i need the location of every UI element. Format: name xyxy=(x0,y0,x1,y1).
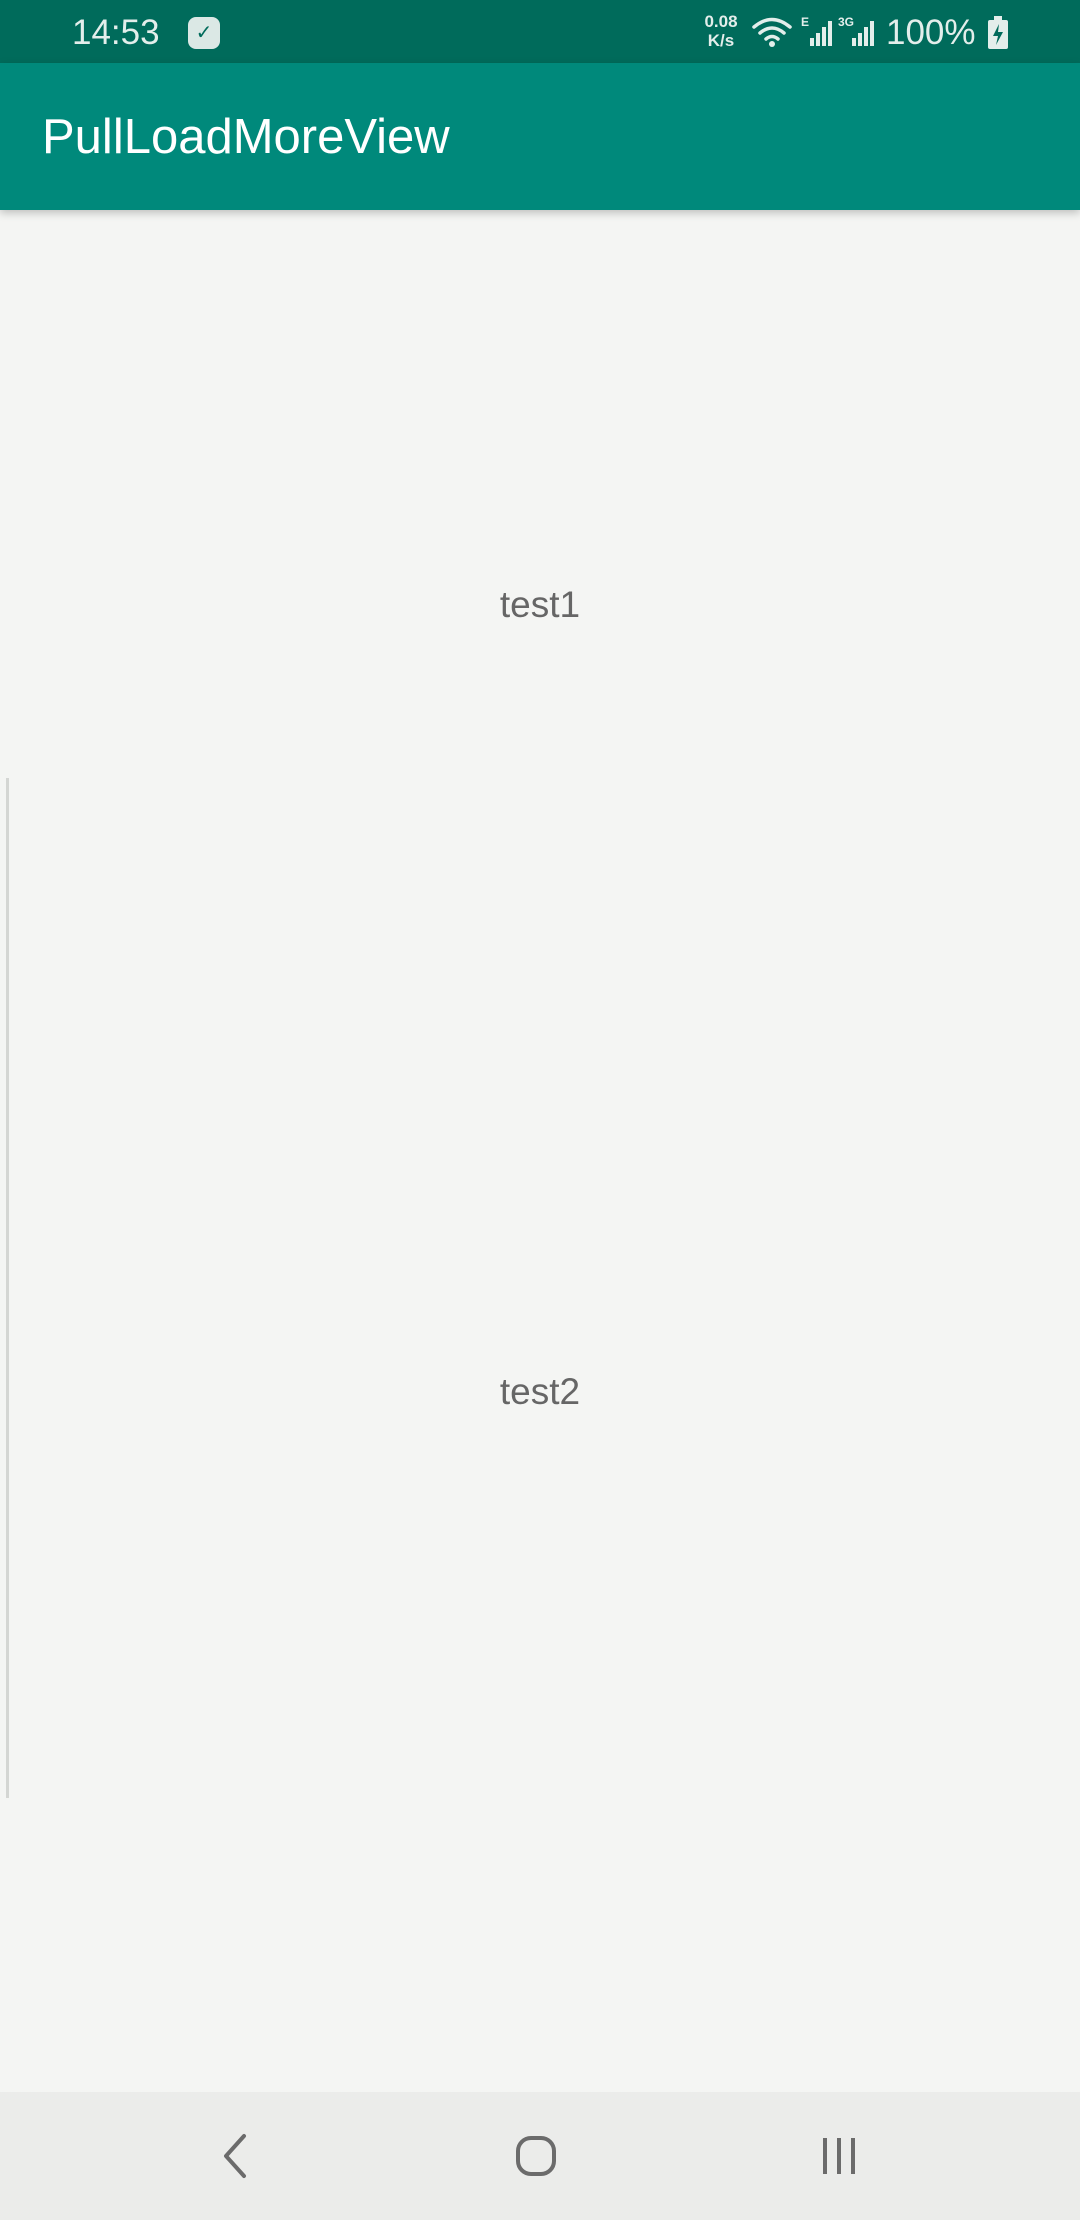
list-item[interactable]: test1 xyxy=(0,583,1080,627)
signal-icon-sim1: E xyxy=(801,15,832,46)
notification-app-icon: ✓ xyxy=(188,17,220,49)
signal-icon-sim2: 3G xyxy=(838,15,874,46)
battery-charging-icon xyxy=(988,16,1008,49)
battery-percentage: 100% xyxy=(886,13,976,52)
recents-icon[interactable] xyxy=(818,2134,860,2178)
signal-label-e: E xyxy=(801,15,809,29)
pull-load-more-list[interactable]: test1 test2 xyxy=(0,210,1080,2092)
network-speed-value: 0.08 xyxy=(704,12,738,31)
navigation-bar xyxy=(0,2092,1080,2220)
scroll-indicator xyxy=(6,778,9,1798)
list-item[interactable]: test2 xyxy=(0,1370,1080,1414)
network-speed: 0.08 K/s xyxy=(700,12,742,50)
home-icon[interactable] xyxy=(514,2134,558,2178)
app-title: PullLoadMoreView xyxy=(42,110,450,164)
signal-label-3g: 3G xyxy=(838,15,854,29)
network-speed-unit: K/s xyxy=(707,31,735,50)
wifi-icon xyxy=(752,17,792,47)
status-time: 14:53 xyxy=(72,13,160,52)
status-bar: 14:53 ✓ 0.08 K/s E 3G 100% xyxy=(0,0,1080,63)
back-icon[interactable] xyxy=(214,2128,254,2184)
app-bar: PullLoadMoreView xyxy=(0,63,1080,210)
